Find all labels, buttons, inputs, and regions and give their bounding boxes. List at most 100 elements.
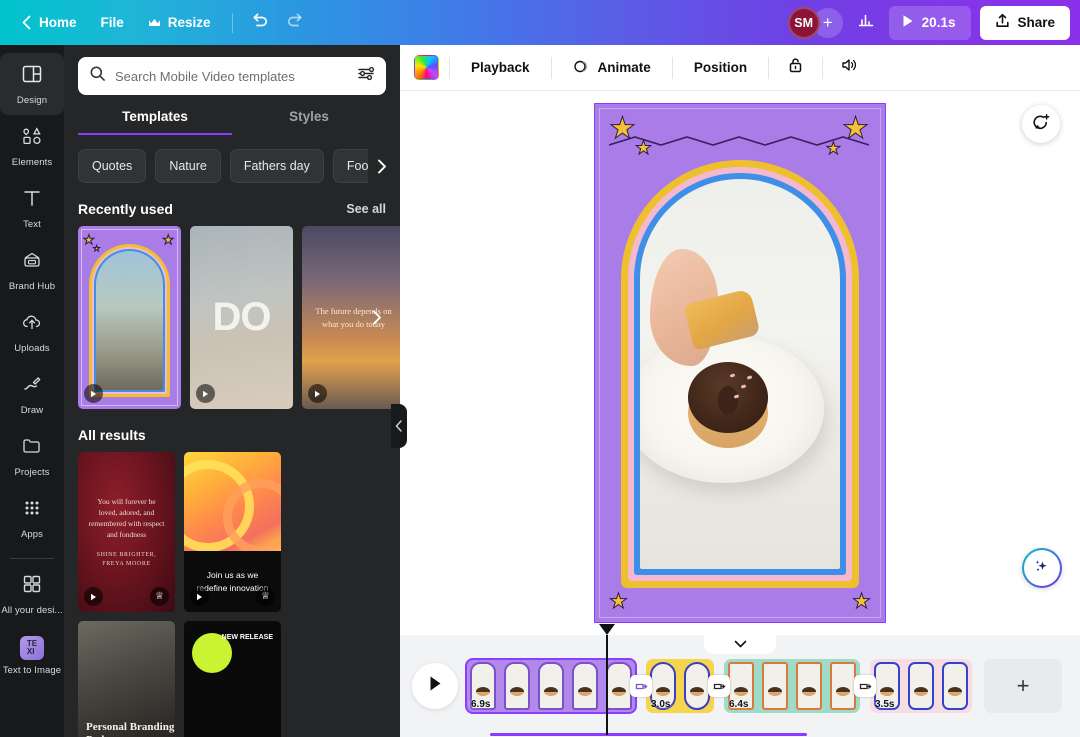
undo-button[interactable] <box>243 6 277 40</box>
crown-icon: ♕ <box>256 587 275 606</box>
tab-styles[interactable]: Styles <box>232 109 386 135</box>
template-caption: DO <box>213 295 271 340</box>
editor-toolbar: Playback Animate Position <box>400 45 1080 91</box>
play-icon[interactable] <box>308 384 327 403</box>
draw-pen-icon <box>21 373 43 400</box>
templates-panel: Templates Styles Quotes Nature Fathers d… <box>64 45 400 737</box>
recent-template-1[interactable]: DO <box>190 226 293 409</box>
recent-row-next-button[interactable] <box>364 300 388 334</box>
star-icon: ★ <box>826 140 841 157</box>
sidebar-item-label: Brand Hub <box>9 281 55 292</box>
add-comment-icon <box>1032 112 1051 136</box>
chip-fathers-day[interactable]: Fathers day <box>230 149 324 183</box>
sidebar-item-all-your-designs[interactable]: All your desi... <box>0 563 64 625</box>
section-title: All results <box>78 427 146 443</box>
file-button[interactable]: File <box>90 7 135 39</box>
share-button[interactable]: Share <box>980 6 1070 40</box>
home-button[interactable]: Home <box>10 7 88 39</box>
magic-sparkle-icon <box>1032 556 1052 581</box>
timeline: 6.9s 3.0s 6.4s <box>400 635 1080 737</box>
filter-sliders-icon[interactable] <box>357 65 376 87</box>
timeline-clip-2[interactable]: 6.4s <box>724 659 860 713</box>
playback-button[interactable]: Playback <box>460 52 541 84</box>
star-icon: ★ <box>842 114 869 144</box>
arch-frame-inner <box>634 173 846 575</box>
resize-label: Resize <box>168 15 211 30</box>
magic-ai-button[interactable] <box>1022 548 1062 588</box>
chip-nature[interactable]: Nature <box>155 149 221 183</box>
left-rail: Design Elements Text Brand Hub Uploads <box>0 45 64 737</box>
result-template-3[interactable]: NEW RELEASE Let's <box>184 621 281 737</box>
toolbar-divider <box>551 57 552 79</box>
template-caption: You will forever be loved, adored, and r… <box>78 496 175 541</box>
result-template-0[interactable]: You will forever be loved, adored, and r… <box>78 452 175 612</box>
sidebar-item-text-to-image[interactable]: TEXI Text to Image <box>0 625 64 687</box>
play-icon[interactable] <box>84 587 103 606</box>
timeline-clip-1[interactable]: 3.0s <box>646 659 714 713</box>
result-template-1[interactable]: Join us as we redefine innovation ♕ <box>184 452 281 612</box>
top-bar: Home File Resize SM + <box>0 0 1080 45</box>
transition-button[interactable] <box>630 675 652 697</box>
sidebar-item-design[interactable]: Design <box>0 53 64 115</box>
timeline-play-button[interactable] <box>412 663 458 709</box>
play-icon[interactable] <box>196 384 215 403</box>
analytics-button[interactable] <box>849 6 883 40</box>
chip-quotes[interactable]: Quotes <box>78 149 146 183</box>
animate-button[interactable]: Animate <box>562 52 662 84</box>
recent-template-0[interactable]: ★ ★ ★ <box>78 226 181 409</box>
redo-button[interactable] <box>279 6 313 40</box>
sidebar-item-label: All your desi... <box>1 605 62 616</box>
avatar[interactable]: SM <box>788 7 820 39</box>
lock-button[interactable] <box>779 52 812 84</box>
rainbow-color-swatch[interactable] <box>414 55 439 80</box>
clip-duration: 3.0s <box>651 699 670 710</box>
canvas-area: ★ ★ ★ ★ ★ ★ <box>400 91 1080 688</box>
arch-frame-outer <box>621 160 859 588</box>
chips-next-button[interactable] <box>368 149 394 183</box>
sidebar-item-projects[interactable]: Projects <box>0 425 64 487</box>
rail-divider <box>10 558 54 559</box>
timeline-collapse-button[interactable] <box>704 634 776 654</box>
sidebar-item-elements[interactable]: Elements <box>0 115 64 177</box>
tab-templates[interactable]: Templates <box>78 109 232 135</box>
timeline-scrollbar[interactable] <box>490 733 807 736</box>
position-button[interactable]: Position <box>683 52 758 84</box>
donut-shape <box>688 362 768 448</box>
animate-circles-icon <box>573 57 591 78</box>
resize-button[interactable]: Resize <box>137 7 222 39</box>
transition-button[interactable] <box>854 675 876 697</box>
timeline-clip-3[interactable]: 3.5s <box>870 659 972 713</box>
sidebar-item-label: Projects <box>14 467 49 478</box>
search-input[interactable] <box>115 69 348 84</box>
canva-video-editor: Home File Resize SM + <box>0 0 1080 737</box>
lock-icon <box>787 56 804 79</box>
see-all-link[interactable]: See all <box>346 202 386 216</box>
sidebar-item-apps[interactable]: Apps <box>0 487 64 549</box>
toolbar-divider <box>232 13 233 33</box>
star-icon: ★ <box>162 233 174 246</box>
play-icon[interactable] <box>84 384 103 403</box>
donut-photo[interactable] <box>640 179 840 569</box>
add-page-button[interactable]: + <box>984 659 1062 713</box>
play-icon[interactable] <box>190 587 209 606</box>
panel-collapse-button[interactable] <box>391 404 407 448</box>
design-canvas[interactable]: ★ ★ ★ ★ ★ ★ <box>594 103 886 623</box>
sidebar-item-label: Design <box>17 95 47 106</box>
volume-button[interactable] <box>833 52 866 84</box>
playhead[interactable] <box>606 635 608 735</box>
sidebar-item-uploads[interactable]: Uploads <box>0 301 64 363</box>
wave-artwork <box>184 452 281 551</box>
sidebar-item-draw[interactable]: Draw <box>0 363 64 425</box>
toolbar-divider <box>449 57 450 79</box>
toolbar-divider <box>672 57 673 79</box>
result-template-2[interactable]: Personal Branding Podcast ♕ <box>78 621 175 737</box>
add-comment-button[interactable] <box>1022 105 1060 143</box>
sidebar-item-text[interactable]: Text <box>0 177 64 239</box>
search-box[interactable] <box>78 57 386 95</box>
new-release-badge: NEW RELEASE <box>222 633 273 642</box>
transition-button[interactable] <box>708 675 730 697</box>
preview-play-button[interactable]: 20.1s <box>889 6 972 40</box>
timeline-clip-0[interactable]: 6.9s <box>466 659 636 713</box>
sidebar-item-brand-hub[interactable]: Brand Hub <box>0 239 64 301</box>
recently-used-row: ★ ★ ★ DO The future depends on what you … <box>64 226 400 409</box>
